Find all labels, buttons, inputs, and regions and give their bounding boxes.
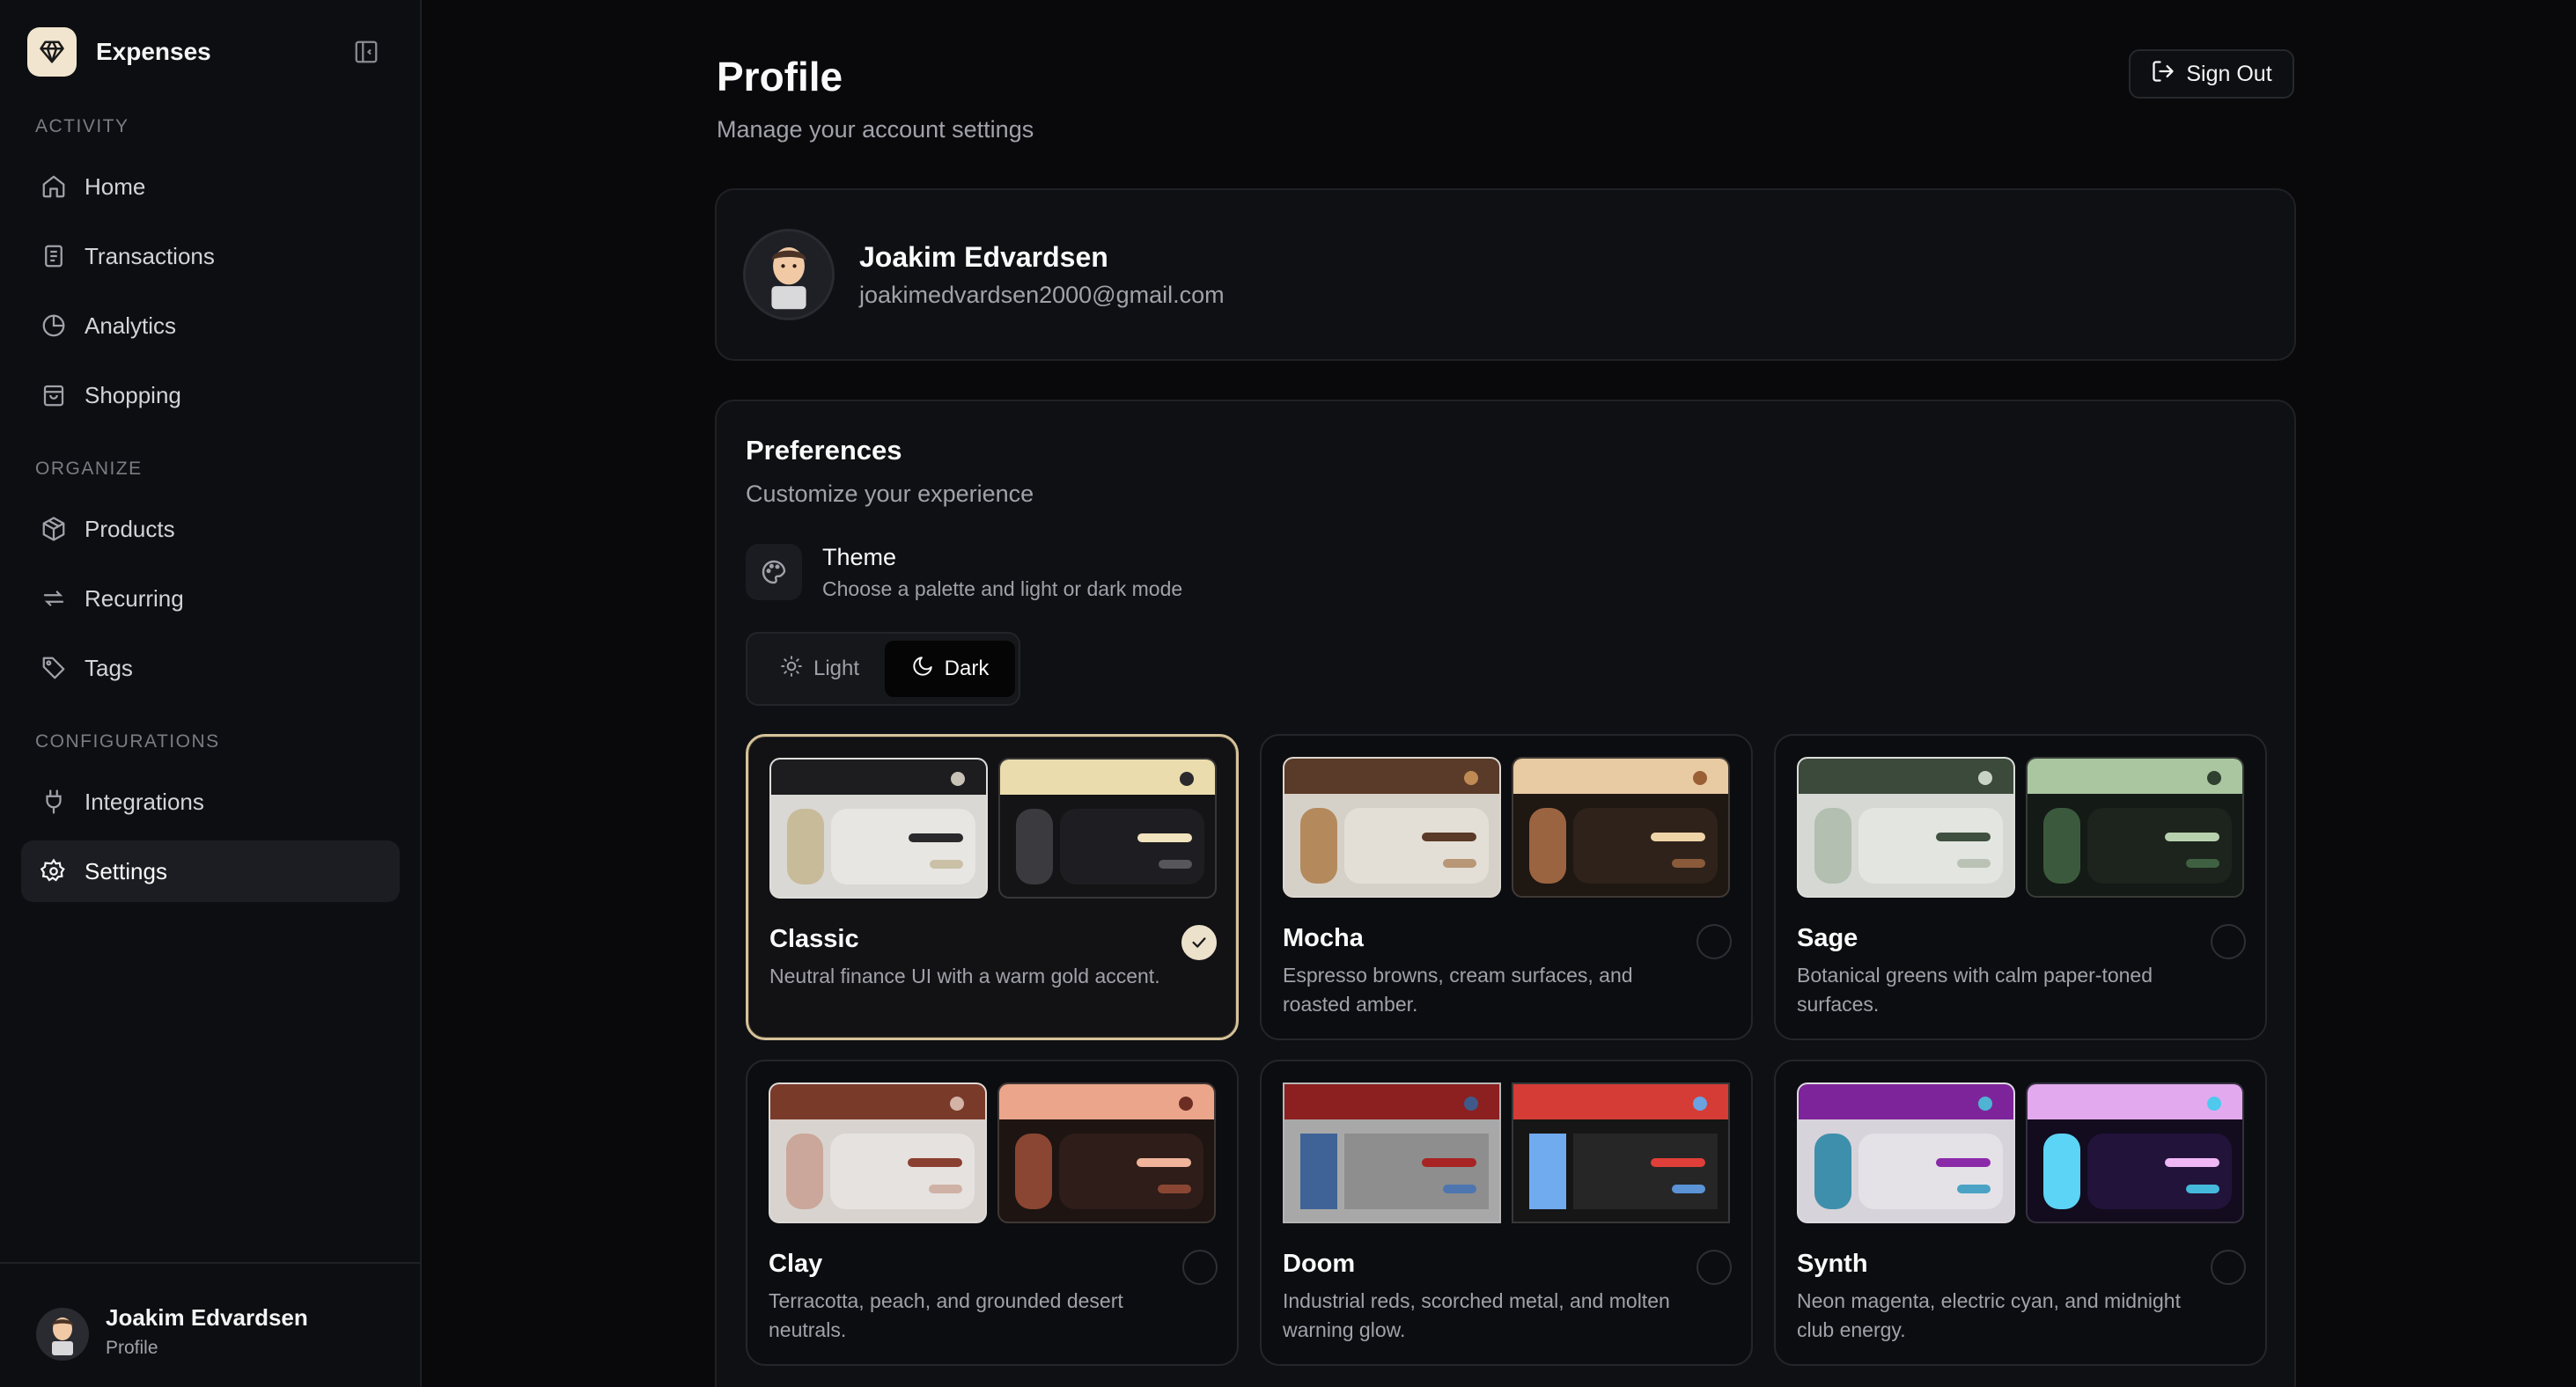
- sidebar-item-label: Tags: [85, 654, 133, 681]
- palette-icon: [746, 544, 802, 600]
- sun-icon: [780, 655, 803, 684]
- theme-desc: Neon magenta, electric cyan, and midnigh…: [1797, 1289, 2181, 1341]
- sidebar-collapse-icon[interactable]: [352, 38, 380, 66]
- shopping-bag-icon: [39, 380, 69, 410]
- profile-email: joakimedvardsen2000@gmail.com: [859, 282, 1225, 308]
- theme-desc: Industrial reds, scorched metal, and mol…: [1283, 1289, 1670, 1341]
- avatar: [36, 1308, 89, 1361]
- sidebar-item-tags[interactable]: Tags: [21, 637, 400, 699]
- section-label-organize: ORGANIZE: [35, 459, 143, 479]
- mode-light-label: Light: [813, 657, 860, 680]
- theme-preview-light: [1283, 1082, 1501, 1223]
- theme-section-desc: Choose a palette and light or dark mode: [822, 577, 1183, 600]
- theme-desc: Espresso browns, cream surfaces, and roa…: [1283, 964, 1633, 1016]
- mode-toggle: Light Dark: [746, 632, 1020, 706]
- sidebar-item-shopping[interactable]: Shopping: [21, 364, 400, 426]
- theme-radio-checked[interactable]: [1181, 925, 1217, 960]
- theme-name: Synth: [1797, 1250, 1868, 1278]
- sidebar-item-transactions[interactable]: Transactions: [21, 225, 400, 287]
- sidebar-item-label: Analytics: [85, 312, 177, 339]
- theme-radio[interactable]: [1696, 924, 1732, 959]
- sidebar-item-integrations[interactable]: Integrations: [21, 771, 400, 833]
- theme-desc: Neutral finance UI with a warm gold acce…: [769, 965, 1160, 987]
- theme-card-classic[interactable]: Classic Neutral finance UI with a warm g…: [746, 734, 1239, 1040]
- log-out-icon: [2151, 59, 2175, 90]
- sidebar-user[interactable]: Joakim Edvardsen Profile: [0, 1262, 420, 1387]
- theme-card-doom[interactable]: Doom Industrial reds, scorched metal, an…: [1260, 1060, 1753, 1366]
- theme-card-mocha[interactable]: Mocha Espresso browns, cream surfaces, a…: [1260, 734, 1753, 1040]
- tag-icon: [39, 653, 69, 683]
- sidebar-item-home[interactable]: Home: [21, 156, 400, 217]
- sidebar-item-label: Shopping: [85, 381, 181, 408]
- theme-preview-dark: [998, 758, 1217, 899]
- theme-preview-light: [1283, 757, 1501, 898]
- theme-radio[interactable]: [2211, 924, 2246, 959]
- sidebar-item-recurring[interactable]: Recurring: [21, 568, 400, 629]
- theme-desc: Botanical greens with calm paper-toned s…: [1797, 964, 2153, 1016]
- page-title: Profile: [717, 54, 843, 99]
- theme-radio[interactable]: [2211, 1250, 2246, 1285]
- theme-preview-light: [769, 1082, 987, 1223]
- footer-user-name: Joakim Edvardsen: [106, 1304, 308, 1331]
- sidebar-item-label: Integrations: [85, 788, 204, 815]
- pie-chart-icon: [39, 311, 69, 341]
- theme-preview-light: [769, 758, 988, 899]
- sidebar-item-analytics[interactable]: Analytics: [21, 295, 400, 356]
- preferences-title: Preferences: [746, 435, 902, 466]
- sidebar-item-label: Settings: [85, 857, 167, 884]
- sidebar-item-settings[interactable]: Settings: [21, 840, 400, 902]
- section-label-activity: ACTIVITY: [35, 116, 129, 136]
- theme-card-sage[interactable]: Sage Botanical greens with calm paper-to…: [1774, 734, 2267, 1040]
- theme-name: Mocha: [1283, 924, 1364, 952]
- theme-radio[interactable]: [1182, 1250, 1218, 1285]
- theme-name: Clay: [769, 1250, 823, 1278]
- avatar[interactable]: [743, 229, 835, 320]
- sidebar-item-products[interactable]: Products: [21, 498, 400, 560]
- theme-preview-light: [1797, 1082, 2015, 1223]
- theme-desc: Terracotta, peach, and grounded desert n…: [769, 1289, 1123, 1341]
- theme-card-synth[interactable]: Synth Neon magenta, electric cyan, and m…: [1774, 1060, 2267, 1366]
- theme-preview-dark: [1512, 1082, 1730, 1223]
- sidebar-item-label: Home: [85, 172, 146, 200]
- theme-name: Classic: [769, 925, 859, 953]
- theme-name: Doom: [1283, 1250, 1356, 1278]
- diamond-logo-icon: [27, 27, 77, 77]
- theme-preview-dark: [2026, 757, 2244, 898]
- receipt-icon: [39, 241, 69, 271]
- gear-icon: [39, 856, 69, 886]
- theme-name: Sage: [1797, 924, 1858, 952]
- sidebar-item-label: Products: [85, 515, 175, 542]
- sign-out-button[interactable]: Sign Out: [2129, 49, 2294, 99]
- sidebar-item-label: Recurring: [85, 584, 184, 612]
- theme-preview-light: [1797, 757, 2015, 898]
- sidebar: Expenses ACTIVITY Home Transactions Anal…: [0, 0, 422, 1387]
- profile-name: Joakim Edvardsen: [859, 241, 1108, 273]
- theme-section-title: Theme: [822, 544, 897, 570]
- theme-preview-dark: [1512, 757, 1730, 898]
- footer-user-sub: Profile: [106, 1338, 158, 1358]
- preferences-card: Preferences Customize your experience Th…: [715, 400, 2296, 1387]
- package-icon: [39, 514, 69, 544]
- brand[interactable]: Expenses: [27, 27, 211, 77]
- mode-dark-button[interactable]: Dark: [885, 641, 1015, 697]
- theme-radio[interactable]: [1696, 1250, 1732, 1285]
- theme-preview-dark: [997, 1082, 1216, 1223]
- mode-dark-label: Dark: [944, 657, 990, 680]
- profile-card: Joakim Edvardsen joakimedvardsen2000@gma…: [715, 188, 2296, 361]
- theme-card-clay[interactable]: Clay Terracotta, peach, and grounded des…: [746, 1060, 1239, 1366]
- section-label-configurations: CONFIGURATIONS: [35, 731, 220, 752]
- page-subtitle: Manage your account settings: [717, 116, 1034, 143]
- sign-out-label: Sign Out: [2186, 61, 2272, 86]
- home-icon: [39, 172, 69, 202]
- preferences-subtitle: Customize your experience: [746, 481, 1034, 507]
- sidebar-item-label: Transactions: [85, 242, 215, 269]
- brand-name: Expenses: [96, 38, 211, 65]
- theme-preview-dark: [2026, 1082, 2244, 1223]
- mode-light-button[interactable]: Light: [754, 641, 885, 697]
- plug-icon: [39, 787, 69, 817]
- check-icon: [1192, 937, 1206, 948]
- repeat-icon: [39, 583, 69, 613]
- moon-icon: [911, 655, 934, 684]
